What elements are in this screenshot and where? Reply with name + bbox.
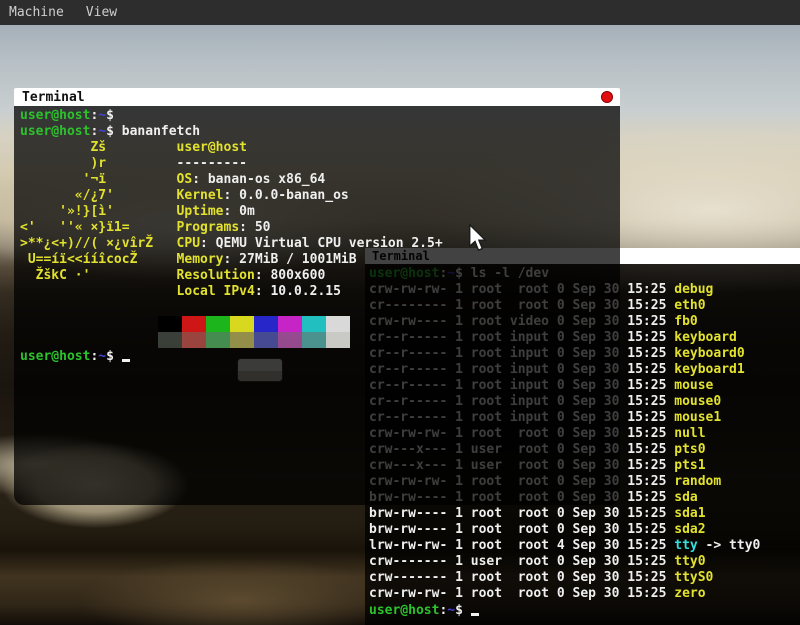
fetch-line: <' ''« ×}ï1= Programs: 50 <box>20 220 620 236</box>
palette-cell <box>230 332 254 348</box>
ls-row: crw------- 1 user root 0 Sep 30 15:25 tt… <box>369 554 800 570</box>
palette-cell <box>278 332 302 348</box>
mouse-cursor-arrow-icon <box>468 224 487 252</box>
front-terminal-content[interactable]: user@host:~$user@host:~$ bananfetch Zš u… <box>14 106 620 505</box>
fetch-line: «/¿7' Kernel: 0.0.0-banan_os <box>20 188 620 204</box>
fetch-line: Local IPv4: 10.0.2.15 <box>20 284 620 300</box>
text-cursor <box>471 602 479 616</box>
close-button[interactable] <box>601 91 613 103</box>
palette-cell <box>302 332 326 348</box>
fetch-line: Zš user@host <box>20 140 620 156</box>
prompt-line-cursor: user@host:~$ <box>20 348 620 364</box>
palette-cell <box>230 316 254 332</box>
palette-row <box>20 332 620 348</box>
palette-cell <box>326 316 350 332</box>
ls-row: brw-rw---- 1 root root 0 Sep 30 15:25 sd… <box>369 506 800 522</box>
menu-item-view[interactable]: View <box>75 0 128 25</box>
palette-cell <box>158 316 182 332</box>
palette-cell <box>254 316 278 332</box>
palette-cell <box>326 332 350 348</box>
text-cursor <box>122 348 130 362</box>
fetch-line: U==íï<<ííîcocŽ Memory: 27MiB / 1001MiB <box>20 252 620 268</box>
palette-row <box>20 316 620 332</box>
vm-menu-bar: Machine View <box>0 0 800 25</box>
fetch-line: '»!}[ì' Uptime: 0m <box>20 204 620 220</box>
palette-cell <box>278 316 302 332</box>
terminal-window-front: Terminal user@host:~$user@host:~$ bananf… <box>14 88 620 505</box>
menu-item-machine[interactable]: Machine <box>0 0 75 25</box>
command-line: user@host:~$ bananfetch <box>20 124 620 140</box>
prompt-line: user@host:~$ <box>20 108 620 124</box>
palette-cell <box>158 332 182 348</box>
palette-cell <box>182 316 206 332</box>
fetch-line: )r --------- <box>20 156 620 172</box>
palette-cell <box>206 332 230 348</box>
fetch-line: ŽškC ·' Resolution: 800x600 <box>20 268 620 284</box>
ls-row: lrw-rw-rw- 1 root root 4 Sep 30 15:25 tt… <box>369 538 800 554</box>
ls-row: crw------- 1 root root 0 Sep 30 15:25 tt… <box>369 570 800 586</box>
ls-row: brw-rw---- 1 root root 0 Sep 30 15:25 sd… <box>369 522 800 538</box>
palette-cell <box>182 332 206 348</box>
front-terminal-titlebar[interactable]: Terminal <box>14 88 620 106</box>
palette-cell <box>302 316 326 332</box>
blank-line <box>20 300 620 316</box>
front-terminal-title: Terminal <box>14 90 85 105</box>
fetch-line: >**¿<+)//( ×¿vîrŽ CPU: QEMU Virtual CPU … <box>20 236 620 252</box>
palette-cell <box>206 316 230 332</box>
fetch-line: '¬ï OS: banan-os x86_64 <box>20 172 620 188</box>
desktop: { "menu_bar": { "items": ["Machine", "Vi… <box>0 0 800 625</box>
prompt-line-cursor: user@host:~$ <box>369 602 800 618</box>
ls-row: crw-rw-rw- 1 root root 0 Sep 30 15:25 ze… <box>369 586 800 602</box>
palette-cell <box>254 332 278 348</box>
